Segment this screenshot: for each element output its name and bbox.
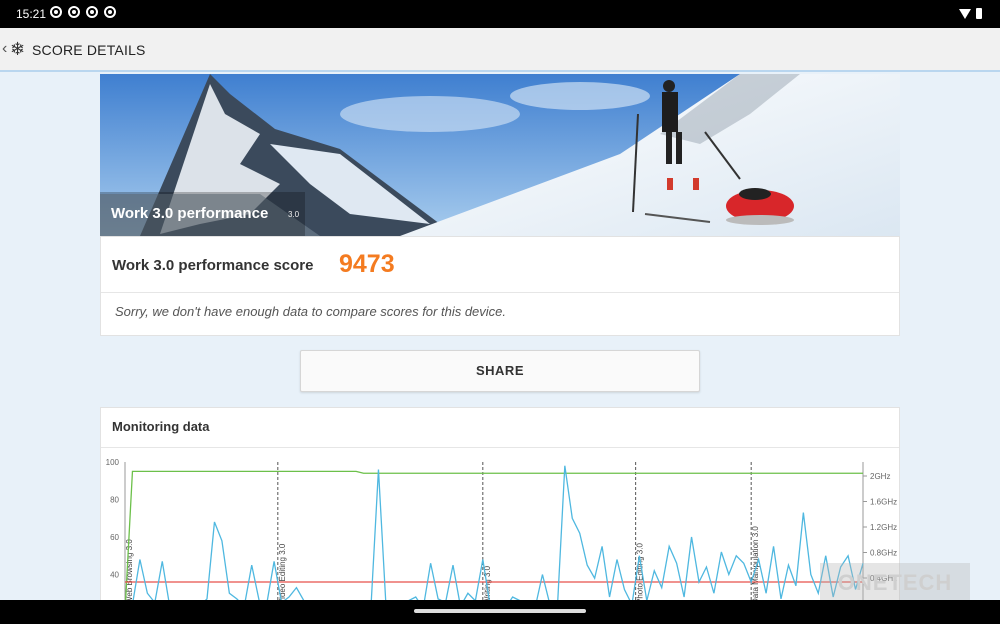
status-bar: 15:21 <box>0 0 1000 28</box>
hero-version: 3.0 <box>288 210 300 219</box>
right-tick-label: 0.8GHz <box>870 549 897 558</box>
phase-label: Video Editing 3.0 <box>278 543 287 604</box>
hero-banner: Work 3.0 performance 3.0 <box>100 74 900 236</box>
right-tick-label: 1.6GHz <box>870 498 897 507</box>
score-label: Work 3.0 performance score <box>112 257 314 274</box>
chrome-icon <box>104 6 116 18</box>
monitoring-card: Monitoring data 100806040202GHz1.6GHz1.2… <box>100 407 900 607</box>
y-tick-label: 40 <box>110 571 119 580</box>
snowflake-icon[interactable]: ❄ <box>10 39 25 59</box>
y-tick-label: 100 <box>106 458 120 467</box>
y-tick-label: 60 <box>110 533 119 542</box>
right-tick-label: 1.2GHz <box>870 523 897 532</box>
chrome-icon <box>68 6 80 18</box>
chrome-icon <box>50 6 62 18</box>
hero-title: Work 3.0 performance <box>111 205 269 222</box>
divider <box>101 292 899 293</box>
wifi-icon <box>959 8 971 19</box>
chevron-left-icon[interactable]: ‹ <box>2 40 7 58</box>
score-value: 9473 <box>339 250 395 278</box>
status-time: 15:21 <box>16 7 47 21</box>
chrome-icon <box>86 6 98 18</box>
share-button[interactable]: SHARE <box>300 350 700 392</box>
watermark-logo: ONETECH <box>820 563 970 603</box>
comparison-note: Sorry, we don't have enough data to comp… <box>115 304 507 319</box>
monitoring-chart: 100806040202GHz1.6GHz1.2GHz0.8GHz0.4GHzW… <box>106 458 897 606</box>
page-title: SCORE DETAILS <box>32 42 146 58</box>
score-card: Work 3.0 performance score 9473 Sorry, w… <box>100 236 900 336</box>
monitoring-title: Monitoring data <box>112 419 210 434</box>
y-tick-label: 80 <box>110 496 119 505</box>
right-tick-label: 2GHz <box>870 472 890 481</box>
navigation-bar <box>0 600 1000 624</box>
battery-icon <box>976 8 982 19</box>
app-bar: ‹ ❄ SCORE DETAILS <box>0 28 1000 72</box>
system-icons <box>959 8 982 19</box>
notification-icons <box>50 6 116 18</box>
home-handle[interactable] <box>414 609 586 613</box>
phase-label: Data Manipulation 3.0 <box>751 526 760 604</box>
